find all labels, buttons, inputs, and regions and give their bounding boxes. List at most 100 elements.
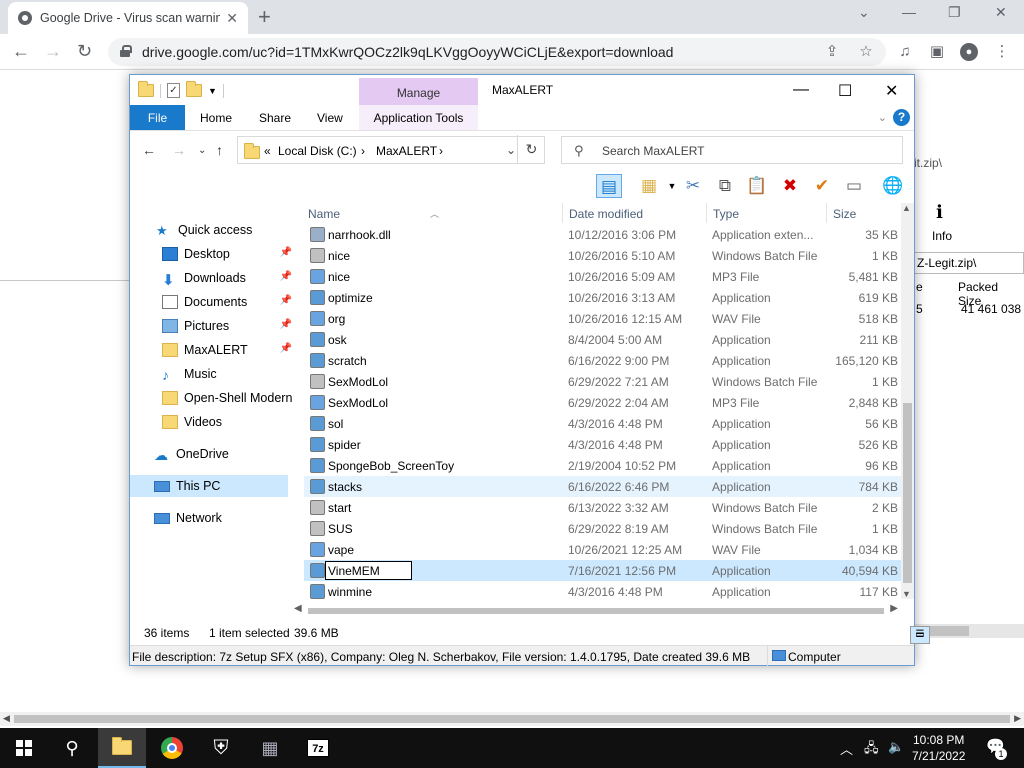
column-partial[interactable]: e	[916, 280, 923, 294]
column-divider[interactable]	[826, 203, 827, 223]
kebab-menu-icon[interactable]: ⋮	[993, 43, 1011, 61]
pin-icon[interactable]: 📌	[280, 295, 292, 306]
search-input[interactable]: ⚲ Search MaxALERT	[561, 136, 903, 164]
column-name[interactable]: Name	[308, 207, 340, 221]
start-button[interactable]	[0, 728, 48, 768]
breadcrumb-overflow[interactable]: «	[264, 144, 271, 158]
browser-tab[interactable]: Google Drive - Virus scan warnin ✕	[8, 2, 248, 34]
7zip-taskbar[interactable]: 7z	[294, 728, 342, 768]
forward-icon[interactable]: →	[44, 41, 62, 62]
file-row[interactable]: sol 4/3/2016 4:48 PM Application 56 KB	[304, 413, 902, 434]
nav-this-pc[interactable]: This PC	[130, 475, 288, 497]
nav-downloads[interactable]: ⬇ Downloads 📌	[130, 267, 296, 289]
file-row[interactable]: nice 10/26/2016 5:09 AM MP3 File 5,481 KB	[304, 266, 902, 287]
info-icon[interactable]: ℹ	[936, 202, 943, 223]
nav-documents[interactable]: Documents 📌	[130, 291, 296, 313]
address-box[interactable]: « Local Disk (C:) › MaxALERT › ⌄	[237, 136, 545, 164]
file-row[interactable]: scratch 6/16/2022 9:00 PM Application 165,1…	[304, 350, 902, 371]
close-tab-icon[interactable]: ✕	[226, 10, 238, 27]
file-row[interactable]: SexModLol 6/29/2022 7:21 AM Windows Batch …	[304, 371, 902, 392]
show-hidden-icons[interactable]: ︿	[840, 739, 853, 768]
file-row[interactable]: nice 10/26/2016 5:10 AM Windows Batch File…	[304, 245, 902, 266]
page-horizontal-scrollbar[interactable]: ◀ ▶	[0, 712, 1024, 726]
network-tray-icon[interactable]: 🖧	[864, 739, 879, 768]
file-row[interactable]: vape 10/26/2021 12:25 AM WAV File 1,034 KB	[304, 539, 902, 560]
pin-icon[interactable]: 📌	[280, 343, 292, 354]
maximize-button[interactable]: ☐	[838, 81, 852, 101]
tab-file[interactable]: File	[130, 105, 185, 130]
close-button[interactable]: ✕	[885, 81, 898, 101]
profile-avatar-icon[interactable]: ●	[960, 43, 978, 61]
clock[interactable]: 10:08 PM 7/21/2022	[912, 732, 965, 764]
search-icon[interactable]: ⚲	[48, 728, 96, 768]
info-button-label[interactable]: Info	[932, 229, 952, 243]
tab-home[interactable]: Home	[200, 111, 232, 125]
file-row[interactable]: winmine 4/3/2016 4:48 PM Application 117 KB	[304, 581, 902, 602]
reload-icon[interactable]: ↻	[77, 41, 92, 62]
breadcrumb-local-disk[interactable]: Local Disk (C:)	[278, 144, 357, 158]
vertical-scrollbar[interactable]: ▲ ▼	[901, 203, 914, 599]
recent-locations-icon[interactable]: ⌄	[198, 145, 206, 156]
nav-quick-access[interactable]: ★ Quick access	[130, 219, 296, 241]
large-icons-view-icon[interactable]: ▭	[910, 626, 930, 644]
help-icon[interactable]: ?	[893, 109, 910, 126]
nav-onedrive[interactable]: ☁ OneDrive	[130, 443, 296, 465]
nav-music[interactable]: ♪ Music	[130, 363, 296, 385]
back-icon[interactable]: ←	[142, 142, 156, 158]
file-row[interactable]: optimize 10/26/2016 3:13 AM Application 619…	[304, 287, 902, 308]
address-bar[interactable]: drive.google.com/uc?id=1TMxKwrQOCz2lk9qL…	[108, 38, 886, 66]
address-dropdown-icon[interactable]: ⌄	[506, 143, 516, 157]
file-row[interactable]: stacks 6/16/2022 6:46 PM Application 784 KB	[304, 476, 902, 497]
file-row[interactable]: osk 8/4/2004 5:00 AM Application 211 KB	[304, 329, 902, 350]
scroll-thumb[interactable]	[14, 715, 1010, 723]
scroll-thumb[interactable]	[308, 608, 884, 614]
security-shield-icon[interactable]: ⛨	[197, 728, 245, 768]
file-row[interactable]: narrhook.dll 10/12/2016 3:06 PM Applicatio…	[304, 224, 902, 245]
volume-icon[interactable]: 🔈	[888, 739, 904, 768]
scroll-left-icon[interactable]: ◀	[3, 713, 10, 724]
7zip-path-bar[interactable]: Z-Legit.zip\	[914, 252, 1024, 274]
forward-icon[interactable]: →	[172, 142, 186, 158]
expand-ribbon-icon[interactable]: ⌄	[878, 111, 887, 124]
chrome-taskbar[interactable]	[148, 728, 196, 768]
refresh-icon[interactable]: ↻	[517, 135, 545, 163]
navigation-pane-icon[interactable]: ▤	[596, 174, 622, 198]
column-divider[interactable]	[706, 203, 707, 223]
column-type[interactable]: Type	[713, 207, 739, 221]
nav-pictures[interactable]: Pictures 📌	[130, 315, 296, 337]
lock-icon[interactable]	[120, 45, 132, 57]
7zip-hscrollbar[interactable]	[914, 624, 1024, 638]
rename-input[interactable]: VineMEM	[325, 561, 412, 580]
delete-icon[interactable]: ✖	[777, 174, 803, 198]
breadcrumb-sep[interactable]: ›	[361, 144, 365, 158]
nav-maxalert[interactable]: MaxALERT 📌	[130, 339, 296, 361]
file-row[interactable]: org 10/26/2016 12:15 AM WAV File 518 KB	[304, 308, 902, 329]
back-icon[interactable]: ←	[12, 41, 30, 62]
new-tab-button[interactable]: +	[258, 4, 271, 30]
tab-search-icon[interactable]: ⌄	[858, 4, 870, 21]
breadcrumb-maxalert[interactable]: MaxALERT	[376, 144, 437, 158]
file-row[interactable]: SexModLol 6/29/2022 2:04 AM MP3 File 2,848 …	[304, 392, 902, 413]
column-divider[interactable]	[562, 203, 563, 223]
file-row[interactable]: start 6/13/2022 3:32 AM Windows Batch File…	[304, 497, 902, 518]
horizontal-scrollbar[interactable]: ◀ ▶	[294, 603, 898, 619]
bookmark-star-icon[interactable]: ☆	[857, 43, 875, 61]
nav-videos[interactable]: Videos	[130, 411, 296, 433]
file-row[interactable]: SUS 6/29/2022 8:19 AM Windows Batch File 1 …	[304, 518, 902, 539]
copy-icon[interactable]: ⧉	[712, 174, 738, 198]
file-row[interactable]: spider 4/3/2016 4:48 PM Application 526 KB	[304, 434, 902, 455]
scroll-up-icon[interactable]: ▲	[902, 203, 911, 213]
pin-icon[interactable]: 📌	[280, 319, 292, 330]
minimize-button[interactable]: —	[793, 81, 809, 99]
app-window-icon[interactable]: ▦	[246, 728, 294, 768]
scroll-down-icon[interactable]: ▼	[902, 589, 911, 599]
paste-icon[interactable]: 📋	[744, 174, 770, 198]
rename-icon[interactable]: ▭	[841, 174, 867, 198]
nav-network[interactable]: Network	[130, 507, 296, 529]
pin-icon[interactable]: 📌	[280, 247, 292, 258]
scroll-right-icon[interactable]: ▶	[890, 603, 898, 614]
file-row[interactable]: VineMEM 7/16/2021 12:56 PM Application 40,5…	[304, 560, 902, 581]
nav-desktop[interactable]: Desktop 📌	[130, 243, 296, 265]
tab-application-tools[interactable]: Application Tools	[359, 105, 478, 130]
up-icon[interactable]: ↑	[216, 142, 223, 158]
